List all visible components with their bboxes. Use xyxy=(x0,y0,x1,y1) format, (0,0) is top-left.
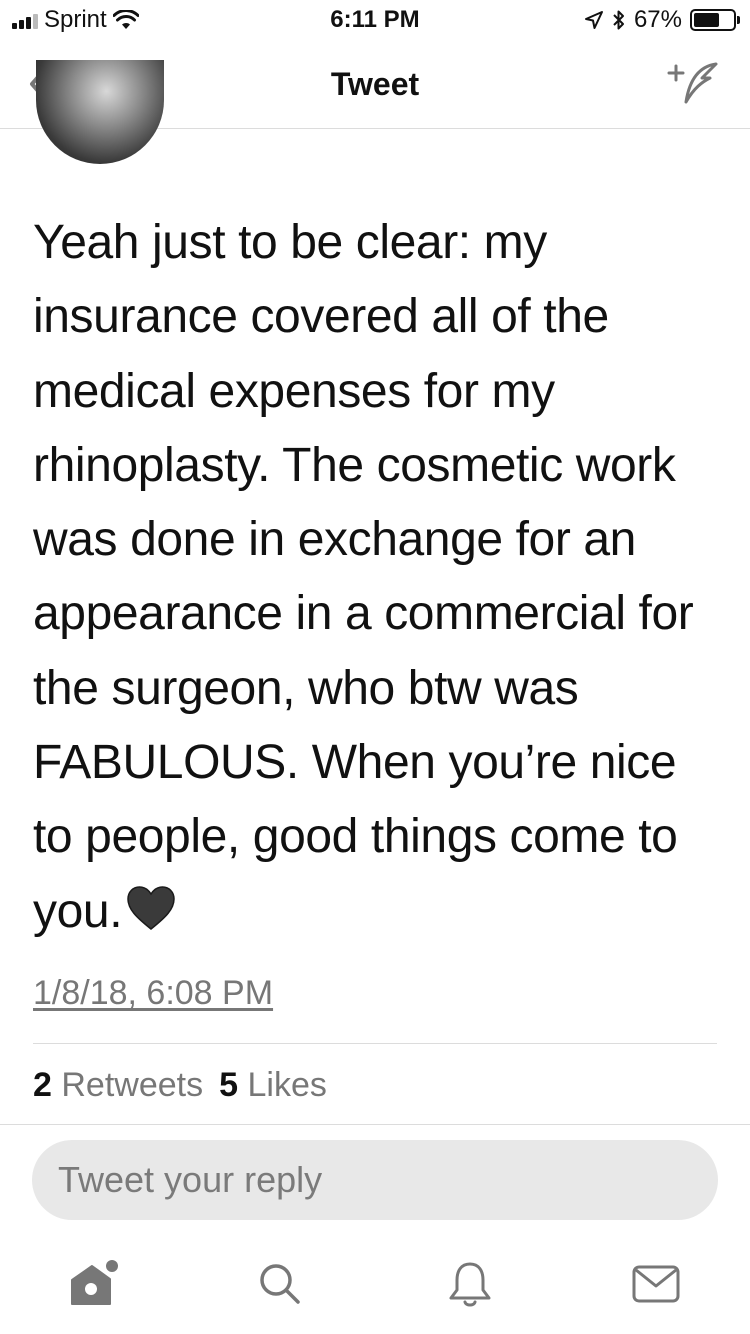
tab-messages[interactable] xyxy=(626,1254,686,1314)
compose-tweet-icon xyxy=(667,62,718,104)
search-icon xyxy=(260,1264,300,1304)
avatar[interactable] xyxy=(36,60,164,164)
divider xyxy=(0,1124,750,1125)
battery-icon xyxy=(690,9,740,31)
status-right: 67% xyxy=(584,6,740,34)
retweets-count: 2 xyxy=(33,1066,52,1104)
black-heart-emoji xyxy=(127,885,175,930)
location-icon xyxy=(584,11,603,29)
bluetooth-icon xyxy=(613,10,624,30)
divider xyxy=(33,1043,717,1044)
user-handle-clipped: ●●●●●●●●●●●● xyxy=(188,128,508,136)
likes-count: 5 xyxy=(219,1066,239,1104)
status-left: Sprint xyxy=(12,6,139,34)
home-icon xyxy=(71,1260,118,1305)
carrier-name: Sprint xyxy=(44,6,107,33)
tab-notifications[interactable] xyxy=(440,1254,500,1314)
compose-tweet-button[interactable] xyxy=(666,58,722,108)
wifi-icon xyxy=(112,10,139,29)
battery-fill xyxy=(694,13,720,27)
retweets-label: Retweets xyxy=(61,1066,204,1104)
likes-label: Likes xyxy=(247,1066,327,1104)
retweets-link[interactable]: 2 Retweets xyxy=(33,1066,203,1104)
tweet-text: Yeah just to be clear: my insurance cove… xyxy=(33,206,723,949)
tweet-text-content: Yeah just to be clear: my insurance cove… xyxy=(33,216,694,938)
battery-percent: 67% xyxy=(633,6,682,33)
status-bar: Sprint 6:11 PM 67% xyxy=(0,0,750,40)
tab-bar xyxy=(0,1240,750,1334)
mail-icon xyxy=(632,1265,680,1303)
bell-icon xyxy=(449,1262,491,1307)
reply-placeholder: Tweet your reply xyxy=(58,1159,323,1200)
signal-icon xyxy=(12,11,38,29)
tweet-stats: 2 Retweets 5 Likes xyxy=(33,1066,327,1105)
tab-search[interactable] xyxy=(250,1254,310,1314)
likes-link[interactable]: 5 Likes xyxy=(219,1066,327,1104)
tweet-timestamp[interactable]: 1/8/18, 6:08 PM xyxy=(33,974,273,1013)
reply-input[interactable]: Tweet your reply xyxy=(32,1140,718,1220)
tab-home[interactable] xyxy=(64,1254,124,1314)
